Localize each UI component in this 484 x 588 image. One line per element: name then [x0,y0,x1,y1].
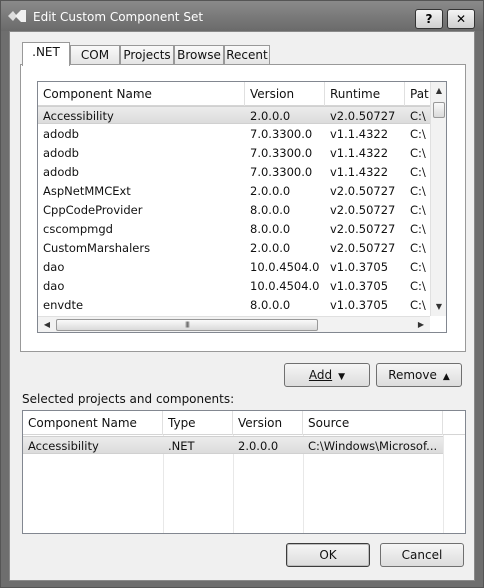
tab-projects[interactable]: Projects [120,45,174,65]
scroll-right-icon[interactable]: ▶ [414,318,428,332]
component-list-header: Component Name ▾ Version Runtime Pat [38,82,446,106]
sort-indicator-icon: ▴ [86,420,90,428]
column-component-name[interactable]: Component Name ▾ [38,82,245,106]
up-arrow-icon: ▲ [442,372,450,382]
list-item[interactable]: CppCodeProvider 8.0.0.0 v2.0.50727 C:\ [38,201,430,219]
scroll-up-icon[interactable]: ▲ [432,84,446,98]
component-list[interactable]: Component Name ▾ Version Runtime Pat Acc… [37,81,447,333]
dropdown-arrow-icon: ▼ [338,372,346,382]
component-list-hscroll[interactable]: ◀ III ▶ [38,316,430,332]
help-button[interactable]: ? [415,9,443,29]
table-row[interactable]: Accessibility .NET 2.0.0.0 C:\Windows\Mi… [23,436,443,454]
list-item[interactable]: cscompmgd 8.0.0.0 v2.0.50727 C:\ [38,220,430,238]
hscroll-thumb[interactable]: III [56,319,318,331]
close-button[interactable]: ✕ [447,9,475,29]
cancel-button[interactable]: Cancel [380,543,464,567]
title-bar[interactable]: Edit Custom Component Set ? ✕ [1,1,483,31]
column-type[interactable]: Type [163,411,233,435]
dialog-client: .NET COM Projects Browse Recent Componen… [9,31,475,581]
list-item[interactable]: AspNetMMCExt 2.0.0.0 v2.0.50727 C:\ [38,182,430,200]
ok-button[interactable]: OK [286,543,370,567]
tab-dotnet[interactable]: .NET [22,42,70,66]
column-selected-version[interactable]: Version [233,411,303,435]
list-item[interactable]: adodb 7.0.3300.0 v1.1.4322 C:\ [38,125,430,143]
window-title: Edit Custom Component Set [33,10,204,24]
list-item[interactable]: envdte 8.0.0.0 v1.0.3705 C:\ [38,296,430,314]
column-runtime[interactable]: Runtime [325,82,405,106]
visual-studio-icon [8,10,26,22]
selected-components-label: Selected projects and components: [22,392,235,406]
tab-browse[interactable]: Browse [174,45,224,65]
column-source[interactable]: Source [303,411,443,435]
scroll-down-icon[interactable]: ▼ [432,300,446,314]
tab-panel-dotnet: Component Name ▾ Version Runtime Pat Acc… [20,64,466,352]
column-selected-component-name[interactable]: Component Name ▴ [23,411,163,435]
component-list-vscroll[interactable]: ▲ ▼ [430,82,446,316]
list-item[interactable]: CustomMarshalers 2.0.0.0 v2.0.50727 C:\ [38,239,430,257]
selected-list[interactable]: Component Name ▴ Type Version Source Acc… [22,410,466,534]
sort-indicator-icon: ▾ [136,91,140,99]
list-item[interactable]: dao 10.0.4504.0 v1.0.3705 C:\ [38,258,430,276]
tab-com[interactable]: COM [70,45,120,65]
list-item[interactable]: Accessibility 2.0.0.0 v2.0.50727 C:\ [38,106,430,124]
scroll-grip: III [184,320,190,330]
column-divider [443,435,444,533]
column-version[interactable]: Version [245,82,325,106]
list-item[interactable]: dao 10.0.4504.0 v1.0.3705 C:\ [38,277,430,295]
list-item[interactable]: adodb 7.0.3300.0 v1.1.4322 C:\ [38,163,430,181]
list-item[interactable]: adodb 7.0.3300.0 v1.1.4322 C:\ [38,144,430,162]
tab-recent[interactable]: Recent [224,45,270,65]
scroll-left-icon[interactable]: ◀ [40,318,54,332]
remove-button[interactable]: Remove ▲ [376,363,462,387]
add-button[interactable]: Add ▼ [284,363,370,387]
vscroll-thumb[interactable] [433,102,445,118]
selected-list-header: Component Name ▴ Type Version Source [23,411,465,435]
dialog-window: Edit Custom Component Set ? ✕ .NET COM P… [0,0,484,588]
